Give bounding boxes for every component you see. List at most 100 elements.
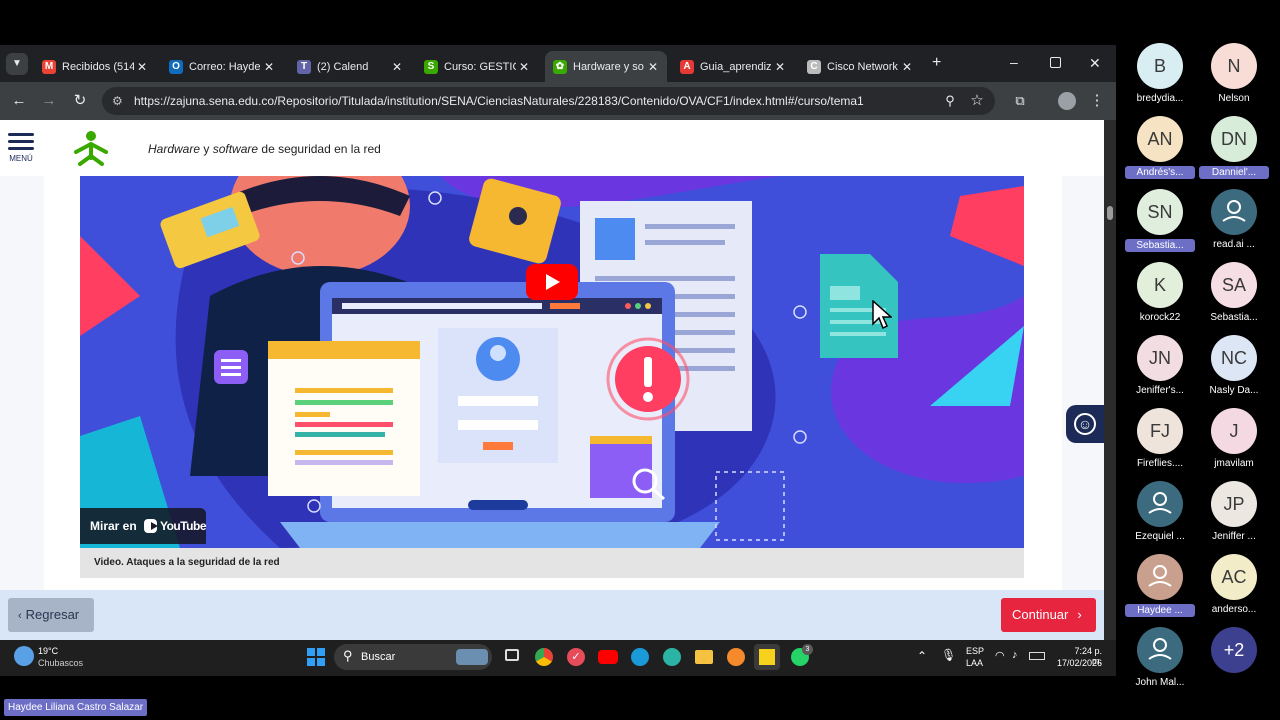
participant-tile[interactable]: Bbredydia... [1125,43,1195,104]
avatar: AN [1137,116,1183,162]
tab-close-icon[interactable]: ✕ [516,60,532,74]
menu-kebab-icon[interactable]: ⋮ [1088,92,1106,110]
participant-tile[interactable]: Haydee ... [1125,554,1195,617]
weather-icon[interactable] [14,646,34,666]
participant-tile[interactable]: JP Jeniffer ... [1199,481,1269,542]
battery-icon[interactable] [1029,652,1045,660]
avatar: N [1211,43,1257,89]
clock-date[interactable]: 17/02/2026 [1056,658,1102,668]
tab-label: Curso: GESTIO [444,60,516,73]
participant-tile[interactable]: FJ Fireflies.... [1125,408,1195,469]
firefox-taskbar-icon[interactable] [727,648,745,666]
microphone-icon[interactable]: 🎙 [941,648,956,662]
sena-logo [70,128,112,170]
participant-tile[interactable]: NC Nasly Da... [1199,335,1269,396]
participant-name: korock22 [1139,312,1181,323]
lang-2[interactable]: LAA [966,658,983,668]
video-player[interactable]: Mirar en YouTube [80,176,1024,548]
address-toolbar: ← → ↻ ⚙ https://zajuna.sena.edu.co/Repos… [0,82,1116,120]
file-explorer-icon[interactable] [695,650,713,664]
tab-7[interactable]: C Cisco Network ✕ [799,51,921,82]
chevron-up-icon[interactable]: ⌃ [917,649,927,663]
participant-name: Nelson [1218,93,1250,104]
tab-search-dropdown-icon[interactable]: ▼ [6,53,28,75]
person-icon [1137,481,1183,527]
zoom-icon[interactable]: ⚲ [941,92,959,110]
tab-6[interactable]: A Guia_aprendiz ✕ [672,51,794,82]
page-footer: ‹ Regresar Continuar › [0,590,1104,640]
back-button[interactable]: ‹ Regresar [8,598,94,632]
participant-tile[interactable]: N Nelson [1199,43,1269,104]
chrome-taskbar-icon[interactable] [535,648,553,666]
new-tab-button[interactable]: + [932,53,948,73]
avatar: AC [1211,554,1257,600]
participant-tile[interactable]: Jjmavilam [1199,408,1269,469]
tab-close-icon[interactable]: ✕ [899,60,915,74]
hamburger-menu-button[interactable]: MENÚ [8,133,34,163]
tab-2[interactable]: O Correo: Hayde ✕ [161,51,283,82]
person-icon [1137,554,1183,600]
tab-4[interactable]: S Curso: GESTIO ✕ [416,51,538,82]
tab-1[interactable]: M Recibidos (514 ✕ [34,51,156,82]
volume-icon[interactable]: ♪ [1012,649,1018,661]
minimize-button[interactable]: – [1010,53,1026,73]
participant-tile[interactable]: JN Jeniffer's... [1125,335,1195,396]
participant-tile[interactable]: AC anderso... [1199,554,1269,615]
youtube-taskbar-icon[interactable] [598,650,618,664]
avatar: JP [1211,481,1257,527]
tab-close-icon[interactable]: ✕ [261,60,277,74]
bookmark-star-icon[interactable]: ☆ [968,92,986,110]
browser-window: ▼ M Recibidos (514 ✕ O Correo: Hayde ✕ T (2) Ca… [0,45,1116,640]
profile-avatar[interactable] [1058,92,1076,110]
participant-tile[interactable]: SN Sebastia... [1125,189,1195,252]
forward-arrow-icon[interactable]: → [40,92,58,110]
participant-tile[interactable]: Kkorock22 [1125,262,1195,323]
watch-on-youtube-button[interactable]: Mirar en YouTube [80,508,207,544]
tab-3[interactable]: T (2) Calend ✕ [289,51,411,82]
participant-tile[interactable]: John Mal... [1125,627,1195,688]
participant-name: John Mal... [1135,677,1185,688]
tab-close-icon[interactable]: ✕ [134,60,150,74]
lang-1[interactable]: ESP [966,646,984,656]
tasks-taskbar-icon[interactable]: ✓ [567,648,585,666]
video-thumbnail [80,176,1024,548]
participant-tile[interactable]: SA Sebastia... [1199,262,1269,323]
sticky-notes-icon[interactable] [754,644,780,670]
participant-name: Nasly Da... [1209,385,1259,396]
continue-button[interactable]: Continuar › [1001,598,1096,632]
url-input[interactable]: ⚙ https://zajuna.sena.edu.co/Repositorio… [102,87,995,115]
page-title: Hardware y software de seguridad en la r… [148,142,381,156]
content-area: Mirar en YouTube Video. Ataques a la seg… [44,176,1062,590]
search-icon: ⚲ [343,648,353,663]
windows-start-icon[interactable] [307,648,325,666]
close-window-button[interactable]: ✕ [1089,53,1105,73]
play-button[interactable] [526,264,578,300]
taskbar-search[interactable]: ⚲ Buscar [334,644,492,670]
tab-close-icon[interactable]: ✕ [772,60,788,74]
site-settings-icon[interactable]: ⚙ [112,87,123,115]
page-scrollbar[interactable] [1104,120,1116,640]
maximize-button[interactable] [1050,57,1061,68]
pdf-icon: A [680,59,694,74]
back-arrow-icon[interactable]: ← [10,92,28,110]
extensions-icon[interactable]: ⧉ [1011,92,1029,110]
participant-tile[interactable]: Ezequiel ... [1125,481,1195,542]
participant-tile[interactable]: DN Danniel'... [1199,116,1269,179]
task-view-icon[interactable] [505,649,519,661]
participant-tile[interactable]: AN Andrés's... [1125,116,1195,179]
tab-close-icon[interactable]: ✕ [645,60,661,74]
reload-icon[interactable]: ↻ [71,92,89,110]
participant-tile[interactable]: read.ai ... [1199,189,1269,250]
copilot-taskbar-icon[interactable] [663,648,681,666]
accessibility-button[interactable]: ☺ [1066,405,1104,443]
avatar: JN [1137,335,1183,381]
edge-taskbar-icon[interactable] [631,648,649,666]
tab-5[interactable]: ✿ Hardware y so ✕ [545,51,667,82]
participant-tile[interactable]: +2 [1199,627,1269,673]
wifi-icon[interactable]: ◠ [995,649,1005,662]
sena-icon: ✿ [553,59,567,74]
participant-name: Andrés's... [1125,166,1195,179]
tab-close-icon[interactable]: ✕ [389,60,405,74]
whatsapp-badge: 3 [802,644,813,655]
tab-label: Guia_aprendiz [700,60,772,73]
